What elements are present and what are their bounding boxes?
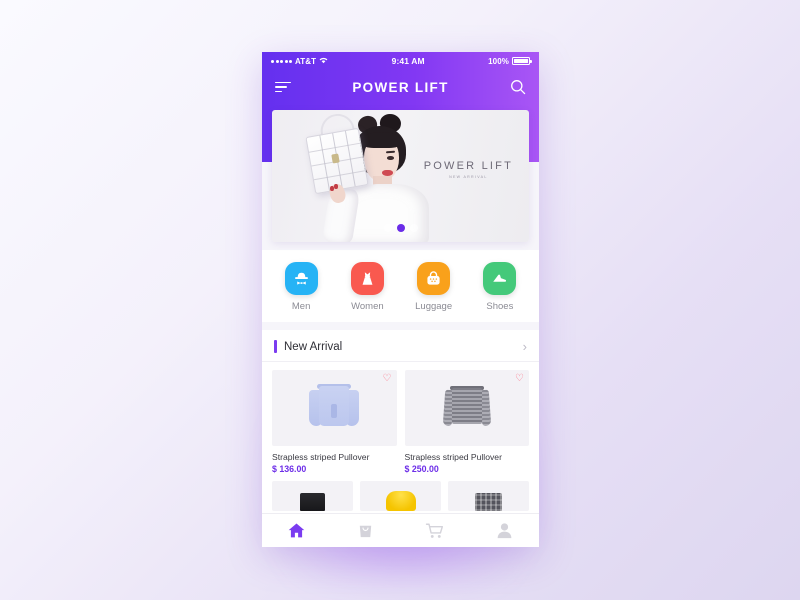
status-bar-right: 100% bbox=[488, 56, 532, 66]
screen-content: POWER LIFT NEW ARRIVAL Men Women Luggage… bbox=[262, 104, 539, 513]
section-header: New Arrival › bbox=[262, 330, 539, 362]
hero-carousel[interactable]: POWER LIFT NEW ARRIVAL bbox=[262, 104, 539, 242]
wifi-icon bbox=[319, 57, 328, 66]
tab-cart[interactable] bbox=[401, 521, 470, 540]
hero-brand-subtitle: NEW ARRIVAL bbox=[449, 175, 488, 179]
shoe-icon bbox=[483, 262, 517, 295]
product-image[interactable]: ♡ bbox=[404, 370, 529, 446]
product-price: $ 250.00 bbox=[404, 464, 439, 474]
product-image[interactable] bbox=[448, 481, 529, 511]
shopping-cart-icon bbox=[425, 521, 445, 540]
heart-outline-icon[interactable]: ♡ bbox=[515, 374, 524, 384]
product-grid-partial bbox=[262, 474, 539, 511]
carrier-label: AT&T bbox=[295, 56, 317, 66]
product-card[interactable]: ♡ Strapless striped Pullover $ 250.00 bbox=[404, 370, 529, 474]
product-image[interactable] bbox=[272, 481, 353, 511]
search-icon[interactable] bbox=[510, 79, 526, 95]
bottom-tab-bar bbox=[262, 513, 539, 547]
battery-percent-label: 100% bbox=[488, 56, 509, 66]
section-divider bbox=[262, 322, 539, 330]
category-item-luggage[interactable]: Luggage bbox=[401, 262, 467, 312]
battery-full-icon bbox=[512, 57, 532, 65]
hero-brand-title: POWER LIFT bbox=[423, 160, 513, 172]
product-grid: ♡ Strapless striped Pullover $ 136.00 ♡ … bbox=[262, 362, 539, 474]
shopping-bag-icon bbox=[356, 521, 375, 540]
signal-dots-icon bbox=[271, 59, 292, 63]
home-icon bbox=[287, 521, 306, 540]
tab-home[interactable] bbox=[262, 521, 331, 540]
category-item-women[interactable]: Women bbox=[334, 262, 400, 312]
status-bar-time: 9:41 AM bbox=[391, 56, 425, 66]
person-icon bbox=[495, 521, 514, 540]
category-label: Shoes bbox=[486, 301, 514, 312]
category-item-men[interactable]: Men bbox=[268, 262, 334, 312]
handbag-icon bbox=[417, 262, 451, 295]
category-shortcuts: Men Women Luggage Shoes bbox=[262, 250, 539, 322]
tab-profile[interactable] bbox=[470, 521, 539, 540]
dress-icon bbox=[350, 262, 384, 295]
product-name: Strapless striped Pullover bbox=[272, 452, 370, 462]
carousel-dot[interactable] bbox=[409, 224, 418, 232]
category-label: Men bbox=[291, 301, 311, 312]
tab-bag[interactable] bbox=[331, 521, 400, 540]
section-title: New Arrival bbox=[284, 340, 343, 353]
status-bar: AT&T 9:41 AM 100% bbox=[262, 52, 539, 70]
category-label: Luggage bbox=[415, 301, 453, 312]
hero-brand-text: POWER LIFT NEW ARRIVAL bbox=[424, 160, 513, 179]
page-title: POWER LIFT bbox=[352, 79, 449, 95]
chevron-right-icon[interactable]: › bbox=[523, 340, 527, 353]
product-image[interactable]: ♡ bbox=[272, 370, 397, 446]
carousel-dot-active[interactable] bbox=[396, 224, 405, 232]
phone-mockup: AT&T 9:41 AM 100% POWER LIFT POWER LIFT … bbox=[262, 52, 539, 547]
hamburger-menu-icon[interactable] bbox=[275, 81, 291, 93]
heart-outline-icon[interactable]: ♡ bbox=[383, 374, 392, 384]
carousel-dot[interactable] bbox=[383, 224, 392, 232]
product-image[interactable] bbox=[360, 481, 441, 511]
category-item-shoes[interactable]: Shoes bbox=[467, 262, 533, 312]
hero-banner-slide[interactable]: POWER LIFT NEW ARRIVAL bbox=[272, 110, 529, 242]
section-accent-bar bbox=[274, 340, 277, 353]
carousel-pagination[interactable] bbox=[383, 224, 418, 232]
product-card[interactable]: ♡ Strapless striped Pullover $ 136.00 bbox=[272, 370, 397, 474]
new-arrival-section: New Arrival › ♡ Strapless striped Pullov… bbox=[262, 330, 539, 513]
category-label: Women bbox=[351, 301, 384, 312]
app-header: POWER LIFT bbox=[262, 70, 539, 104]
product-name: Strapless striped Pullover bbox=[404, 452, 502, 462]
hat-bowtie-icon bbox=[284, 262, 318, 295]
status-bar-left: AT&T bbox=[271, 57, 328, 66]
product-price: $ 136.00 bbox=[272, 464, 307, 474]
